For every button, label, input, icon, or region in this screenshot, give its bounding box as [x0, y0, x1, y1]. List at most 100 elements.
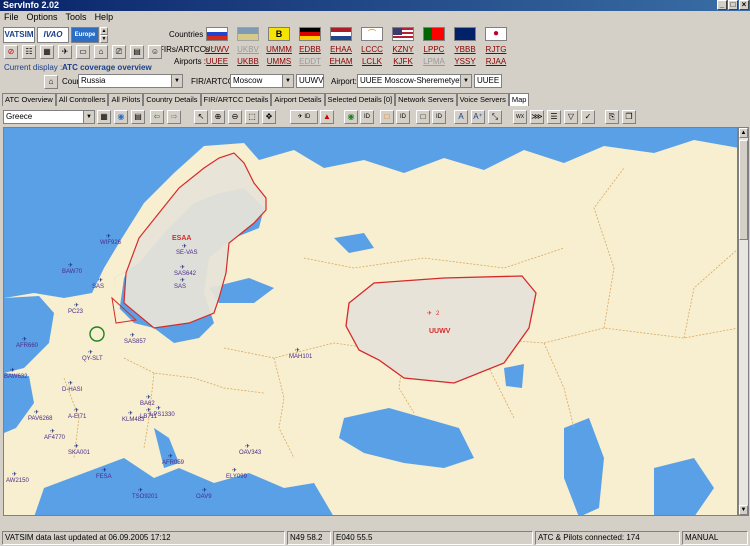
ivao-logo[interactable]: IVAO [37, 27, 69, 43]
menu-options[interactable]: Options [27, 11, 58, 24]
callsign-label[interactable]: KLM483 [122, 417, 145, 423]
stop-icon[interactable]: ⊘ [4, 45, 18, 59]
smiley-icon[interactable]: ☺ [148, 45, 162, 59]
scroll-down-icon[interactable]: ▼ [739, 505, 748, 515]
tab-all-controllers[interactable]: All Controllers [55, 93, 109, 106]
aircraft-icon[interactable]: ✈ [168, 453, 173, 460]
callsign-label[interactable]: LPS1330 [150, 412, 175, 418]
aircraft-icon[interactable]: ✈ [50, 428, 55, 435]
forward-icon[interactable]: ⇨ [167, 110, 181, 124]
map-canvas[interactable]: ESAA UUWV 2 ✈ ✈ WIF926 ✈ BAW70 ✈ SE-VAS ✈ SAS ✈ S… [3, 127, 738, 516]
airport-link-umms[interactable]: UMMS [265, 57, 293, 66]
tab-country-details[interactable]: Country Details [143, 93, 201, 106]
tab-airport-details[interactable]: Airport Details [271, 93, 325, 106]
aircraft-icon[interactable]: ✈ [106, 233, 111, 240]
airport-link-uuee[interactable]: UUEE [203, 57, 231, 66]
aircraft-icon[interactable]: ✈ [180, 277, 185, 284]
show-fix-icon[interactable]: □ [416, 110, 430, 124]
flag-cyprus-icon[interactable]: ⌒ [361, 27, 383, 41]
flag-australia-icon[interactable] [454, 27, 476, 41]
callsign-label[interactable]: AW2150 [6, 478, 29, 484]
callsign-label[interactable]: SAS [174, 284, 186, 290]
callsign-label[interactable]: D-HASI [62, 387, 83, 393]
europe-logo[interactable]: Europe [71, 27, 99, 43]
aircraft-icon[interactable]: ✈ [130, 332, 135, 339]
vatsim-logo[interactable]: VATSIM [3, 27, 35, 43]
airport-link-lpma[interactable]: LPMA [420, 57, 448, 66]
aircraft-icon[interactable]: ✈ [245, 443, 250, 450]
airport-code-field[interactable]: UUEE [474, 74, 502, 88]
aircraft-icon[interactable]: ✈ [34, 409, 39, 416]
label-icon[interactable]: ⤡ [488, 110, 502, 124]
controllers-icon[interactable]: ☷ [22, 45, 36, 59]
wx-button[interactable]: WX [513, 110, 527, 124]
chat-icon[interactable]: ▭ [76, 45, 90, 59]
airport-link-kjfk[interactable]: KJFK [389, 57, 417, 66]
callsign-label[interactable]: PC23 [68, 309, 84, 315]
aircraft-icon[interactable]: ✈ [68, 262, 73, 269]
callsign-label[interactable]: AFR660 [16, 343, 39, 349]
aircraft-icon[interactable]: ✈ [102, 467, 107, 474]
check-icon[interactable]: ✓ [581, 110, 595, 124]
country-select[interactable]: Russia ▼ [78, 74, 183, 88]
fir-link-lccc[interactable]: LCCC [358, 45, 386, 54]
menu-file[interactable]: File [4, 11, 19, 24]
vor-id-button[interactable]: ID [360, 110, 374, 124]
copy-icon[interactable]: ❐ [622, 110, 636, 124]
aircraft-icon[interactable]: ✈ [180, 264, 185, 271]
aircraft-icon[interactable]: ✈ [68, 380, 73, 387]
map-svg[interactable]: ESAA UUWV 2 ✈ ✈WIF926✈BAW70✈SE-VAS✈SAS✈S… [4, 128, 738, 516]
tab-map[interactable]: Map [508, 93, 530, 106]
callsign-label[interactable]: ELY099 [226, 474, 248, 480]
filter-icon[interactable]: ⎚ [112, 45, 126, 59]
tab-voice-servers[interactable]: Voice Servers [456, 93, 509, 106]
tools-icon[interactable]: ▤ [130, 45, 144, 59]
zoom-in-icon[interactable]: ⊕ [211, 110, 225, 124]
callsign-label[interactable]: MAH101 [289, 354, 313, 360]
airport-link-ukbb[interactable]: UKBB [234, 57, 262, 66]
aircraft-icon[interactable]: ✈ [12, 471, 17, 478]
callsign-label[interactable]: BA62 [140, 401, 155, 407]
scroll-down-button[interactable]: ▼ [100, 35, 108, 43]
fir-link-ehaa[interactable]: EHAA [327, 45, 355, 54]
fir-link-ukbv[interactable]: UKBV [234, 45, 262, 54]
font-larger-icon[interactable]: A⁺ [471, 110, 485, 124]
scroll-up-icon[interactable]: ▲ [739, 128, 748, 138]
zoom-out-icon[interactable]: ⊖ [228, 110, 242, 124]
menu-tools[interactable]: Tools [66, 11, 87, 24]
aircraft-icon[interactable]: ✈ [146, 394, 151, 401]
callsign-label[interactable]: A-EI71 [68, 414, 87, 420]
home-icon[interactable]: ⌂ [44, 75, 58, 89]
minimize-button[interactable]: _ [717, 0, 727, 10]
aircraft-icon[interactable]: ✈ [98, 277, 103, 284]
aircraft-icon[interactable]: ✈ [182, 243, 187, 250]
flag-germany-icon[interactable] [299, 27, 321, 41]
fir-link-edbb[interactable]: EDBB [296, 45, 324, 54]
callsign-label[interactable]: FESA [96, 474, 112, 480]
export-icon[interactable]: ⎘ [605, 110, 619, 124]
menu-help[interactable]: Help [95, 11, 114, 24]
flag-usa-icon[interactable] [392, 27, 414, 41]
airport-link-rjaa[interactable]: RJAA [482, 57, 510, 66]
aircraft-icon[interactable]: ✈ [88, 349, 93, 356]
scroll-thumb[interactable] [739, 140, 748, 240]
aircraft-icon[interactable]: ✈ [202, 487, 207, 494]
tab-atc-overview[interactable]: ATC Overview [2, 93, 56, 106]
aircraft-icon[interactable]: ✈ [74, 407, 79, 414]
maximize-button[interactable]: □ [728, 0, 738, 10]
show-vor-icon[interactable]: ◉ [344, 110, 358, 124]
airport-link-lclk[interactable]: LCLK [358, 57, 386, 66]
fir-link-lppc[interactable]: LPPC [420, 45, 448, 54]
pan-icon[interactable]: ✥ [262, 110, 276, 124]
airport-link-eddt[interactable]: EDDT [296, 57, 324, 66]
callsign-label[interactable]: BAW70 [62, 269, 83, 275]
back-icon[interactable]: ⇦ [150, 110, 164, 124]
aircraft-icon[interactable]: ✈ [128, 410, 133, 417]
flag-portugal-icon[interactable] [423, 27, 445, 41]
fir-link-ummm[interactable]: UMMM [265, 45, 293, 54]
grid-icon[interactable]: ▦ [40, 45, 54, 59]
show-ndb-icon[interactable]: □ [380, 110, 394, 124]
callsign-label[interactable]: SAS [92, 284, 104, 290]
callsign-label[interactable]: TSO9201 [132, 494, 158, 500]
fir-select[interactable]: Moscow ▼ [230, 74, 294, 88]
